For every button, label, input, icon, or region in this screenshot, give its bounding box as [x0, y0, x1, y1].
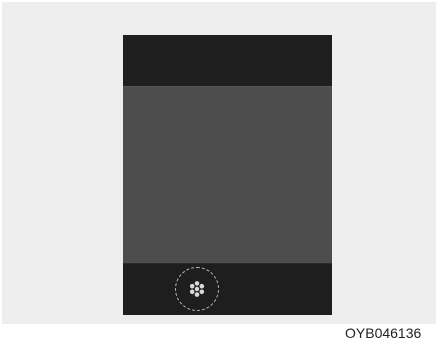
indicator-ring	[175, 267, 219, 311]
display-bottom-bar	[123, 264, 332, 315]
figure-code: OYB046136	[345, 325, 422, 341]
display-top-bar	[123, 35, 332, 87]
instrument-display	[123, 35, 332, 315]
display-main-area	[123, 87, 332, 264]
illustration-frame: OYB046136	[0, 0, 439, 344]
snowflake-icon	[189, 281, 205, 297]
